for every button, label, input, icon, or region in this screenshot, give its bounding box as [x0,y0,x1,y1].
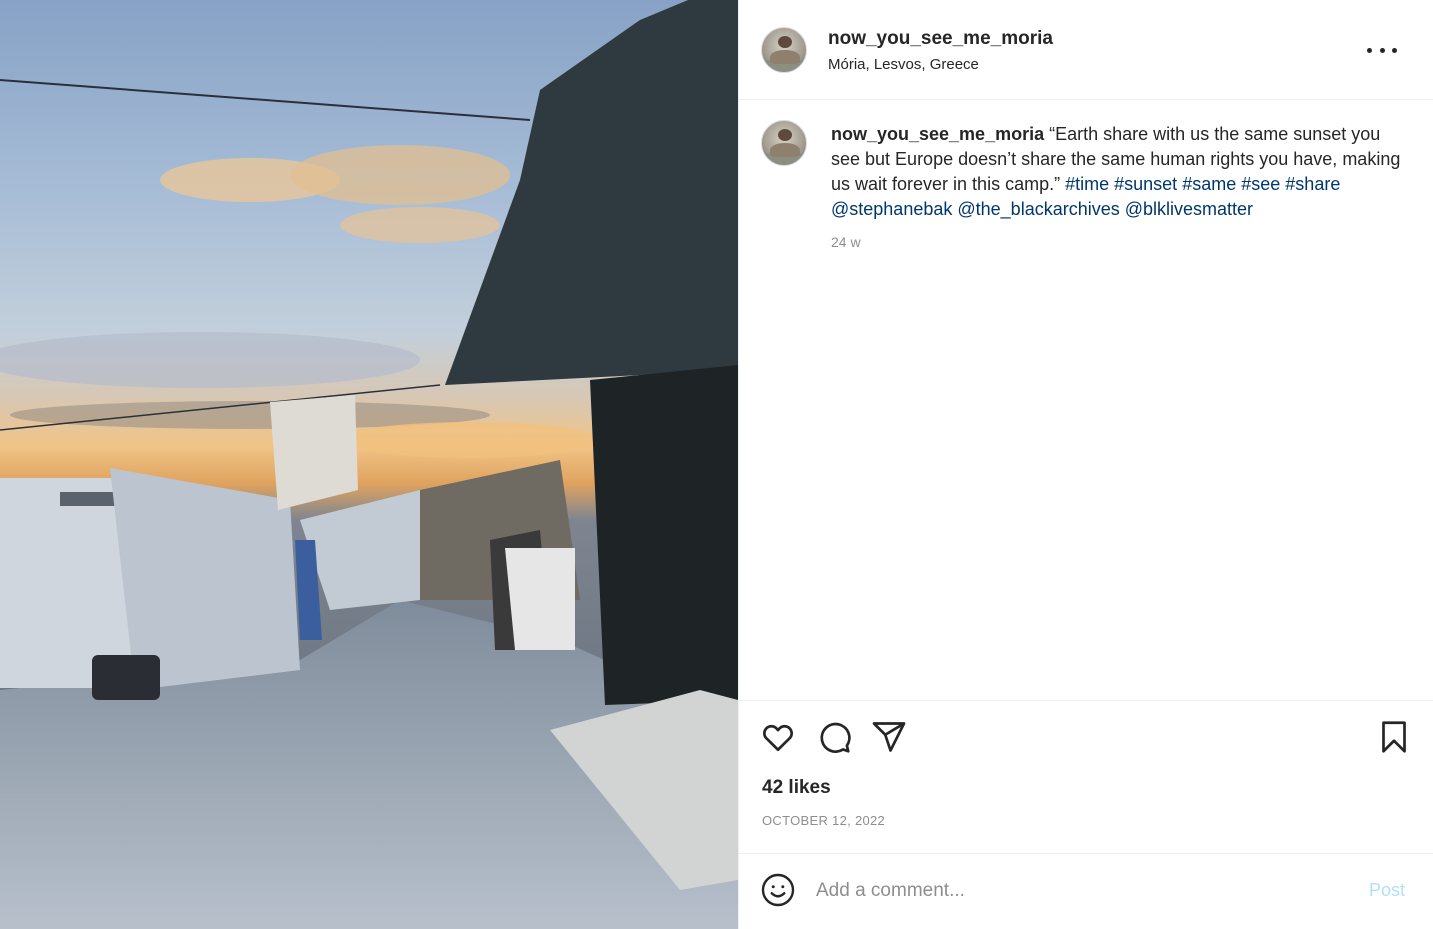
post-actions: 42 likes OCTOBER 12, 2022 [739,700,1433,853]
post-detail-panel: now_you_see_me_moria Mória, Lesvos, Gree… [738,0,1433,929]
likes-count[interactable]: 42 likes [762,777,831,799]
post-header: now_you_see_me_moria Mória, Lesvos, Gree… [739,0,1433,100]
heart-icon[interactable] [760,719,796,755]
post-caption: now_you_see_me_moria “Earth share with u… [831,122,1406,222]
hashtag-sunset[interactable]: #sunset [1114,174,1177,194]
bookmark-icon[interactable] [1376,719,1412,755]
header-location[interactable]: Mória, Lesvos, Greece [828,56,979,73]
more-options-icon[interactable] [1367,38,1397,62]
mention-stephanebak[interactable]: @stephanebak [831,199,952,219]
mention-the-blackarchives[interactable]: @the_blackarchives [957,199,1119,219]
caption-username[interactable]: now_you_see_me_moria [831,124,1044,144]
emoji-icon[interactable] [760,872,796,908]
hashtag-see[interactable]: #see [1241,174,1280,194]
share-icon[interactable] [871,719,907,755]
caption-time-ago[interactable]: 24 w [831,234,861,250]
camp-sunset-image [0,0,738,929]
mention-blklivesmatter[interactable]: @blklivesmatter [1125,199,1253,219]
hashtag-time[interactable]: #time [1065,174,1109,194]
comment-icon[interactable] [816,719,852,755]
caption-avatar[interactable] [761,120,807,166]
post-date[interactable]: OCTOBER 12, 2022 [762,813,885,828]
header-username[interactable]: now_you_see_me_moria [828,28,1053,50]
comment-input[interactable] [816,876,1356,906]
post-photo [0,0,738,929]
avatar[interactable] [761,27,807,73]
hashtag-same[interactable]: #same [1182,174,1236,194]
post-comment-button[interactable]: Post [1369,880,1405,901]
comment-bar: Post [739,853,1433,929]
hashtag-share[interactable]: #share [1285,174,1340,194]
